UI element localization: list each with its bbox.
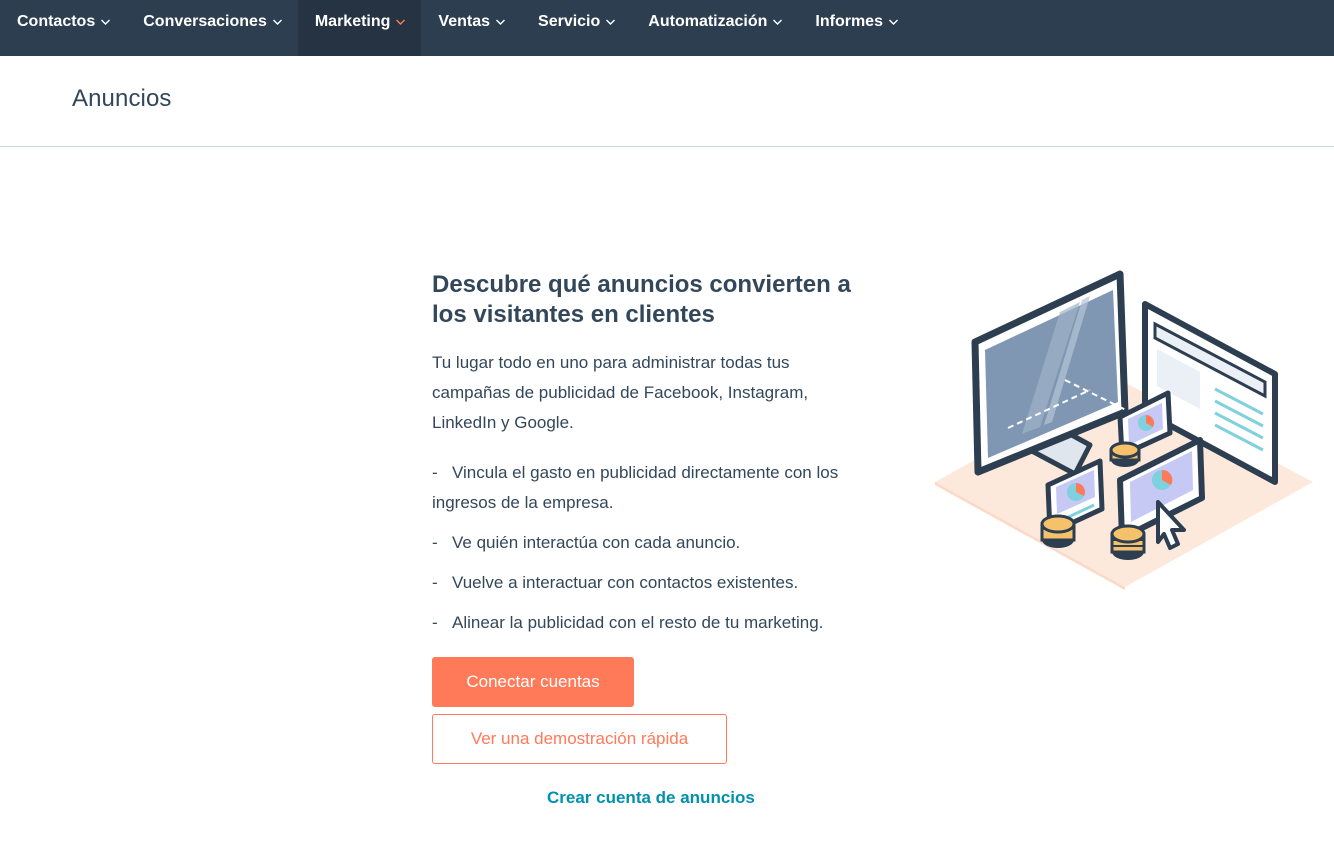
chevron-down-icon <box>605 16 616 27</box>
list-item: - Vincula el gasto en publicidad directam… <box>432 458 882 518</box>
chevron-down-icon <box>272 16 283 27</box>
quick-demo-button[interactable]: Ver una demostración rápida <box>432 714 727 764</box>
list-item: - Vuelve a interactuar con contactos exis… <box>432 568 882 598</box>
chevron-down-icon <box>888 16 899 27</box>
ads-devices-illustration <box>930 262 1320 602</box>
chevron-down-icon <box>772 16 783 27</box>
nav-item-automatizacion[interactable]: Automatización <box>631 0 798 56</box>
nav-item-conversaciones[interactable]: Conversaciones <box>126 0 298 56</box>
nav-item-label: Marketing <box>314 13 391 30</box>
bullet-text: Vuelve a interactuar con contactos exist… <box>452 573 799 592</box>
connect-accounts-button[interactable]: Conectar cuentas <box>432 657 634 707</box>
nav-item-servicio[interactable]: Servicio <box>521 0 631 56</box>
bullet-text: Alinear la publicidad con el resto de tu… <box>452 613 824 632</box>
page-title: Anuncios <box>72 85 172 112</box>
top-navigation: Contactos Conversaciones Marketing Venta… <box>0 0 1334 56</box>
nav-item-ventas[interactable]: Ventas <box>421 0 521 56</box>
page-header: Anuncios <box>0 56 1334 147</box>
create-ad-account-link[interactable]: Crear cuenta de anuncios <box>547 788 755 808</box>
bullet-marker: - <box>432 533 438 552</box>
nav-item-contactos[interactable]: Contactos <box>0 0 126 56</box>
nav-item-label: Automatización <box>648 13 768 30</box>
nav-item-marketing[interactable]: Marketing <box>297 0 422 56</box>
bullet-marker: - <box>432 463 438 482</box>
bullet-marker: - <box>432 573 438 592</box>
nav-item-label: Informes <box>815 13 883 30</box>
nav-item-label: Ventas <box>438 13 491 30</box>
nav-item-informes[interactable]: Informes <box>798 0 914 56</box>
bullet-marker: - <box>432 613 438 632</box>
bullet-text: Ve quién interactúa con cada anuncio. <box>452 533 741 552</box>
bullet-text: Vincula el gasto en publicidad directame… <box>432 463 839 512</box>
chevron-down-icon <box>100 16 111 27</box>
chevron-down-icon <box>395 16 406 27</box>
benefits-list: - Vincula el gasto en publicidad directam… <box>432 458 882 638</box>
headline: Descubre qué anuncios convierten a los v… <box>432 271 851 328</box>
nav-item-label: Servicio <box>538 13 601 30</box>
ads-empty-state: Descubre qué anuncios convierten a los v… <box>432 270 882 648</box>
nav-item-label: Conversaciones <box>143 13 267 30</box>
chevron-down-icon <box>495 16 506 27</box>
nav-item-label: Contactos <box>17 13 96 30</box>
list-item: - Ve quién interactúa con cada anuncio. <box>432 528 882 558</box>
intro-text: Tu lugar todo en uno para administrar to… <box>432 353 809 432</box>
list-item: - Alinear la publicidad con el resto de t… <box>432 608 882 638</box>
